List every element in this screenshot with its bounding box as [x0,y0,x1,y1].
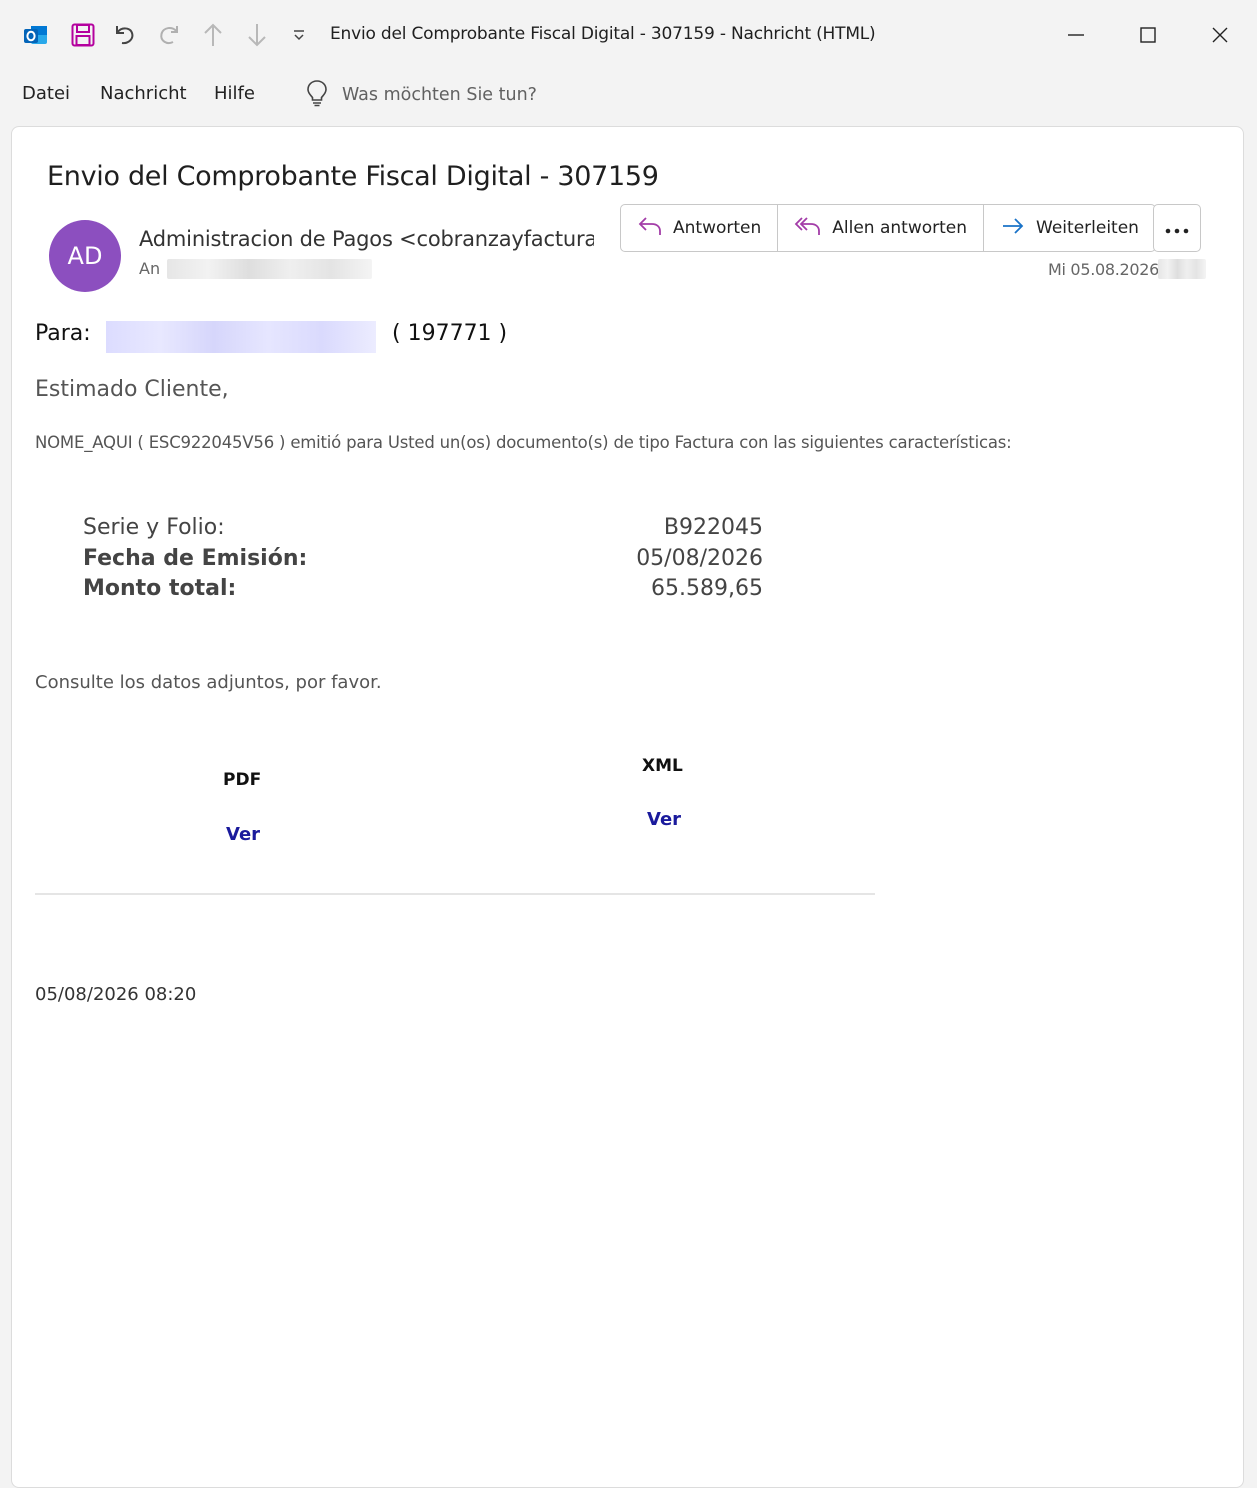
recipient-redacted [167,259,372,279]
time-redacted [1158,259,1206,279]
undo-icon[interactable] [106,18,144,52]
detail-label-monto: Monto total: [83,576,237,601]
reply-icon [637,215,673,242]
greeting: Estimado Cliente, [35,377,229,402]
previous-item-icon[interactable] [194,18,232,52]
detail-value-serie: B922045 [663,515,763,540]
pdf-label: PDF [223,770,262,790]
detail-value-monto: 65.589,65 [651,576,763,601]
menu-hilfe[interactable]: Hilfe [214,83,255,104]
xml-label: XML [642,756,683,776]
tell-me-search[interactable]: Was möchten Sie tun? [304,78,537,112]
reading-pane: Envio del Comprobante Fiscal Digital - 3… [11,126,1244,1488]
redo-icon[interactable] [150,18,188,52]
reply-all-label: Allen antworten [832,218,968,238]
customize-toolbar-icon[interactable] [282,18,316,52]
client-number: ( 197771 ) [392,321,508,346]
reply-button[interactable]: Antworten [621,205,779,251]
avatar-initials: AD [67,242,103,270]
client-name-redacted [106,321,376,353]
divider [35,893,875,895]
reply-all-icon [794,215,832,242]
sender-name[interactable]: Administracion de Pagos <cobranzayfactur… [139,227,594,251]
consulte-text: Consulte los datos adjuntos, por favor. [35,672,382,693]
forward-label: Weiterleiten [1036,218,1139,238]
xml-view-link[interactable]: Ver [647,809,681,830]
maximize-button[interactable] [1126,14,1170,56]
avatar[interactable]: AD [49,220,121,292]
menu-bar: Datei Nachricht Hilfe Was möchten Sie tu… [0,74,1257,116]
detail-label-fecha: Fecha de Emisión: [83,546,308,571]
message-actions: Antworten Allen antworten Weiterleiten [620,204,1156,252]
outlook-app-icon[interactable] [16,18,54,52]
next-item-icon[interactable] [238,18,276,52]
menu-datei[interactable]: Datei [22,83,70,104]
intro-text: NOME_AQUI ( ESC922045V56 ) emitió para U… [35,433,1012,452]
minimize-button[interactable] [1054,14,1098,56]
to-label: An [139,259,161,278]
sent-timestamp: 05/08/2026 08:20 [35,984,197,1005]
para-label: Para: [35,321,91,346]
pdf-view-link[interactable]: Ver [226,824,260,845]
close-button[interactable] [1198,14,1242,56]
reply-label: Antworten [673,218,762,238]
message-subject: Envio del Comprobante Fiscal Digital - 3… [47,161,659,192]
message-date: Mi 05.08.2026 [1048,260,1160,279]
detail-label-serie: Serie y Folio: [83,515,225,540]
detail-value-fecha: 05/08/2026 [636,546,763,571]
more-icon [1165,219,1189,238]
more-actions-button[interactable] [1153,204,1201,252]
reply-all-button[interactable]: Allen antworten [778,205,985,251]
save-icon[interactable] [64,18,102,52]
window-title: Envio del Comprobante Fiscal Digital - 3… [330,24,876,44]
menu-nachricht[interactable]: Nachricht [100,83,187,104]
forward-button[interactable]: Weiterleiten [984,205,1155,251]
tell-me-placeholder: Was möchten Sie tun? [342,85,537,105]
lightbulb-icon [304,79,330,112]
title-bar: Envio del Comprobante Fiscal Digital - 3… [0,0,1257,70]
forward-icon [1000,215,1036,242]
